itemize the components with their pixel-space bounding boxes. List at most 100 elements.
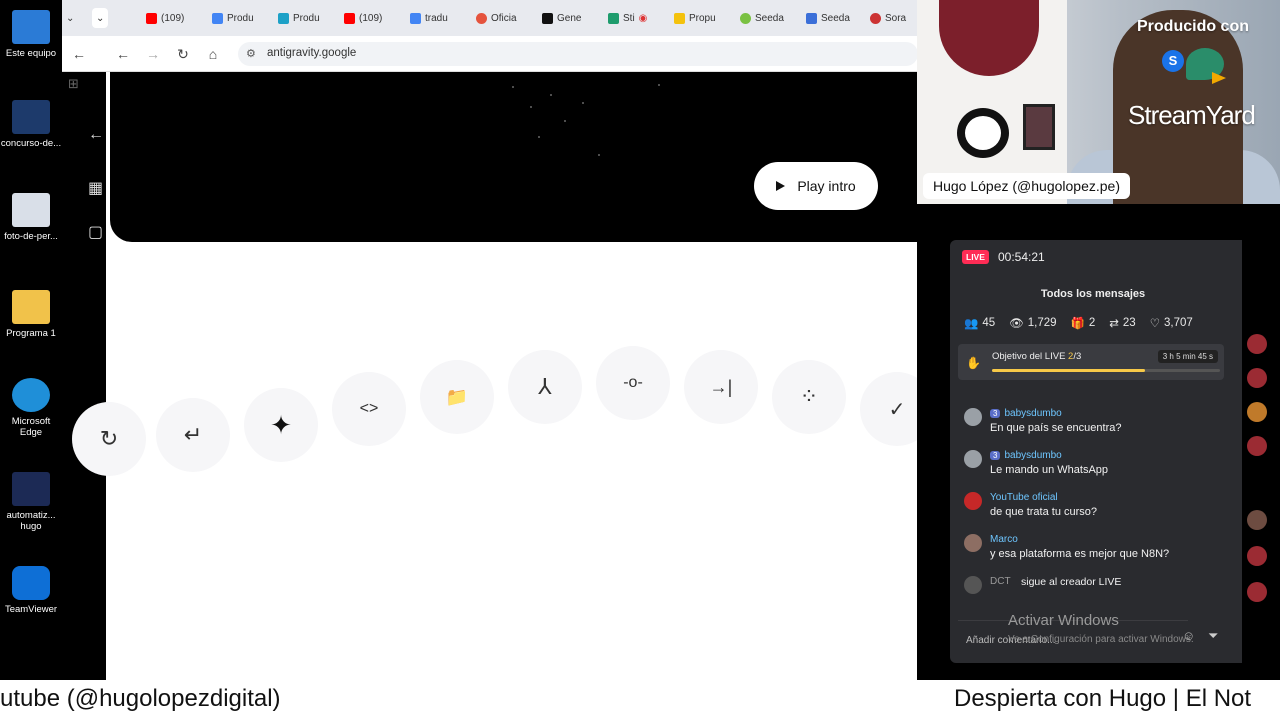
tab-label: (109) bbox=[359, 12, 383, 24]
arrow-left-icon: ← bbox=[116, 46, 130, 62]
goal-icon: ✋ bbox=[966, 356, 981, 370]
star-particle bbox=[512, 86, 514, 88]
goal-progress-fill bbox=[992, 369, 1145, 372]
desktop-icon-automatiz[interactable]: automatiz... hugo bbox=[0, 472, 62, 532]
tab-sora[interactable]: Sora bbox=[870, 8, 906, 28]
address-bar[interactable]: ⚙ antigravity.google bbox=[238, 42, 917, 66]
tab-google-tradu[interactable]: tradu bbox=[410, 8, 448, 28]
hero-banner: Play intro bbox=[110, 72, 917, 242]
keycap-merge: ⅄ bbox=[508, 350, 582, 424]
monitor-icon bbox=[12, 10, 50, 44]
filter-icon[interactable]: ⏷ bbox=[1208, 628, 1218, 644]
follow-username[interactable]: DCT bbox=[990, 576, 1011, 587]
user-icon bbox=[964, 576, 982, 594]
live-chat-panel: LIVE 00:54:21 Todos los mensajes 👥 45 👁 1,… bbox=[950, 240, 1242, 663]
tab-youtube-2[interactable]: (109) bbox=[344, 8, 382, 28]
live-badge: LIVE bbox=[962, 250, 989, 264]
avatar[interactable] bbox=[1247, 402, 1267, 422]
slides-icon bbox=[674, 12, 685, 24]
desktop-icon-este-equipo[interactable]: Este equipo bbox=[0, 10, 62, 59]
desktop-icon-foto[interactable]: foto-de-per... bbox=[0, 193, 62, 242]
ticker-right-text: Despierta con Hugo | El Not bbox=[954, 685, 1252, 712]
avatar[interactable] bbox=[1247, 582, 1267, 602]
tab-search-button[interactable]: ⌄ bbox=[66, 8, 74, 28]
level-badge: 3 bbox=[990, 451, 1001, 460]
back-button[interactable]: ← bbox=[114, 45, 132, 63]
keycap-commit: -o- bbox=[596, 346, 670, 420]
tab-google-produ[interactable]: Produ bbox=[212, 8, 254, 28]
streamyard-beak-icon bbox=[1212, 72, 1226, 84]
tab-sti[interactable]: Sti ◉ bbox=[608, 8, 647, 28]
all-messages-title[interactable]: Todos los mensajes bbox=[950, 288, 1236, 300]
avatar[interactable] bbox=[1247, 546, 1267, 566]
sidebar-back-button[interactable]: ← bbox=[70, 45, 88, 63]
apps-grid-icon[interactable]: ▦ bbox=[88, 178, 108, 198]
stat-gifts: 🎁 2 bbox=[1070, 317, 1096, 330]
avatar[interactable] bbox=[1247, 510, 1267, 530]
keycap-move: ⁘ bbox=[772, 360, 846, 434]
apps-grid-icon[interactable]: ⊞ bbox=[68, 76, 79, 92]
tab-reddit-oficial[interactable]: Oficia bbox=[476, 8, 517, 28]
desktop-icon-concurso[interactable]: concurso-de... bbox=[0, 100, 62, 149]
window-icon[interactable]: ▢ bbox=[88, 222, 108, 242]
avatar[interactable] bbox=[1247, 436, 1267, 456]
desktop-icon-label: TeamViewer bbox=[4, 604, 58, 615]
bottom-ticker: utube (@hugolopezdigital) Despierta con … bbox=[0, 680, 1280, 720]
forward-button[interactable]: → bbox=[144, 45, 162, 63]
tab-produ[interactable]: Produ bbox=[278, 8, 320, 28]
recording-icon: ◉ bbox=[638, 12, 648, 24]
arrow-left-icon[interactable]: ← bbox=[88, 126, 108, 146]
goal-time-left: 3 h 5 min 45 s bbox=[1157, 350, 1218, 363]
desktop-icon-programa[interactable]: Programa 1 bbox=[0, 290, 62, 339]
emoji-icon[interactable]: ☺ bbox=[1182, 628, 1195, 643]
desktop-icon-teamviewer[interactable]: TeamViewer bbox=[0, 566, 62, 615]
tab-label: Seeda bbox=[755, 12, 784, 24]
sora-icon bbox=[870, 12, 881, 24]
tab-list-button[interactable]: ⌄ bbox=[92, 8, 109, 28]
heart-icon: ♡ bbox=[1149, 318, 1160, 330]
reload-button[interactable]: ↻ bbox=[174, 45, 192, 63]
google-icon bbox=[212, 12, 223, 24]
browser-window: ⌄ ⌄ (109) Produ Produ (109) tradu Oficia… bbox=[62, 0, 917, 680]
chat-username[interactable]: Marco bbox=[990, 534, 1018, 545]
chat-text: En que país se encuentra? bbox=[990, 422, 1122, 434]
tab-label: Oficia bbox=[491, 12, 517, 24]
chat-text: de que trata tu curso? bbox=[990, 506, 1098, 518]
tab-label: Produ bbox=[293, 12, 320, 24]
tab-label: Seeda bbox=[821, 12, 850, 24]
desktop-icon-edge[interactable]: Microsoft Edge bbox=[0, 378, 62, 438]
avatar bbox=[964, 408, 982, 426]
host-name-badge: Hugo López (@hugolopez.pe) bbox=[923, 173, 1131, 199]
tab-seeda-2[interactable]: Seeda bbox=[806, 8, 850, 28]
chat-text: Le mando un WhatsApp bbox=[990, 464, 1109, 476]
tab-label: (109) bbox=[161, 12, 185, 24]
avatar bbox=[964, 492, 982, 510]
tab-seeda-1[interactable]: Seeda bbox=[740, 8, 784, 28]
live-goal[interactable]: ✋ Objetivo del LIVE 2/3 3 h 5 min 45 s bbox=[958, 344, 1224, 380]
tab-youtube-1[interactable]: (109) bbox=[146, 8, 184, 28]
windows-activation-watermark: Activar Windows bbox=[1008, 612, 1119, 629]
address-url: antigravity.google bbox=[267, 47, 357, 59]
play-intro-button[interactable]: Play intro bbox=[754, 162, 878, 210]
keycap-code: <> bbox=[332, 372, 406, 446]
home-button[interactable]: ⌂ bbox=[204, 45, 222, 63]
avatar[interactable] bbox=[1247, 368, 1267, 388]
stat-views: 👁 1,729 bbox=[1009, 317, 1057, 330]
tab-propu[interactable]: Propu bbox=[674, 8, 716, 28]
chat-username[interactable]: babysdumbo bbox=[1004, 450, 1061, 461]
avatar bbox=[964, 450, 982, 468]
chat-username[interactable]: YouTube oficial bbox=[990, 492, 1058, 503]
tab-gene[interactable]: Gene bbox=[542, 8, 581, 28]
tab-label: Produ bbox=[227, 12, 254, 24]
eye-icon: 👁 bbox=[1009, 318, 1024, 330]
chat-username[interactable]: babysdumbo bbox=[1004, 408, 1061, 419]
star-particle bbox=[550, 94, 552, 96]
play-store-icon bbox=[278, 12, 289, 24]
gift-icon: 🎁 bbox=[1070, 318, 1085, 330]
windows-activation-subtext: Ve a Configuración para activar Windows. bbox=[1008, 634, 1194, 645]
chart-icon bbox=[806, 12, 817, 24]
tab-label: tradu bbox=[425, 12, 448, 24]
site-info-icon[interactable]: ⚙ bbox=[246, 47, 256, 60]
desktop-icon-label: concurso-de... bbox=[0, 138, 62, 149]
avatar[interactable] bbox=[1247, 334, 1267, 354]
